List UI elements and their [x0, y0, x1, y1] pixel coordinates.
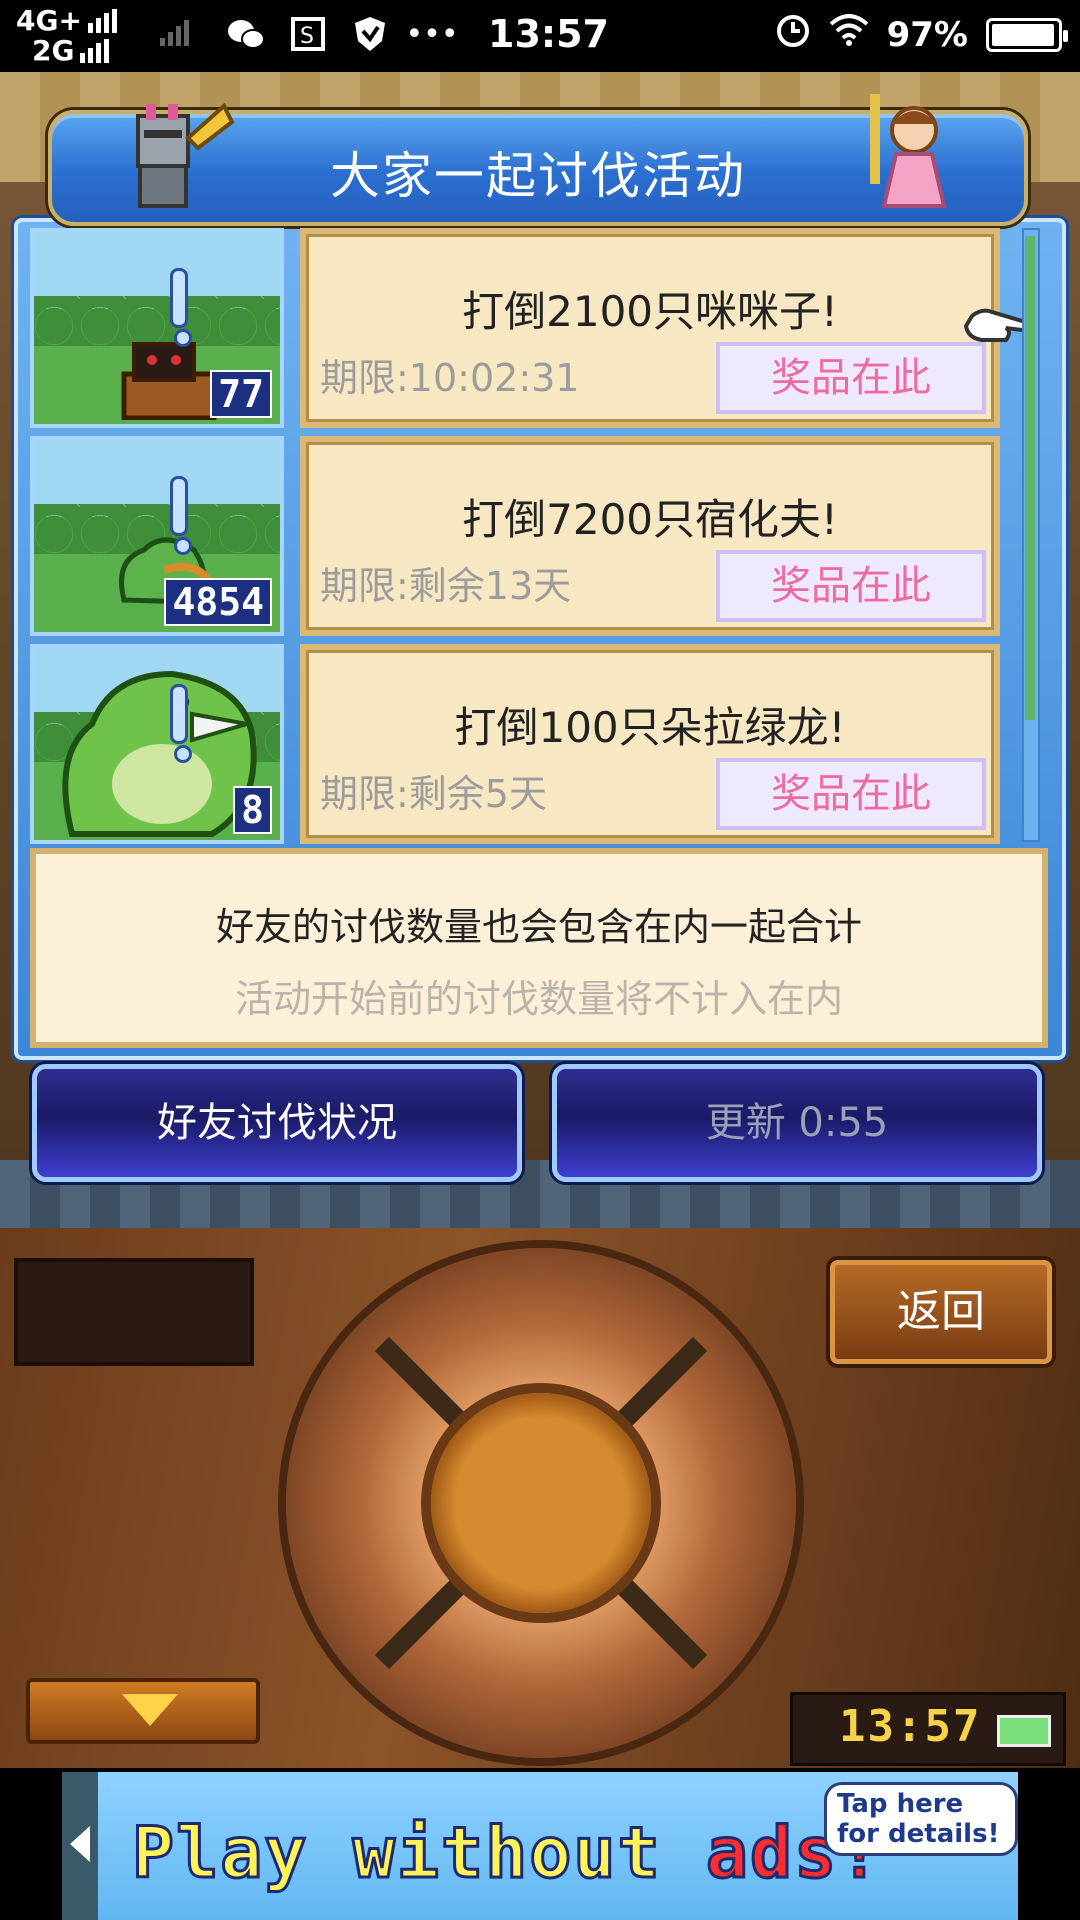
vpn-shield-icon — [350, 14, 390, 54]
game-clock-panel: 13:57 — [790, 1692, 1066, 1766]
quest-card: 打倒7200只宿化夫! 期限:剩余13天 奖品在此 — [300, 436, 1000, 636]
dpad-control[interactable] — [286, 1248, 796, 1758]
scrollbar-thumb[interactable] — [1025, 236, 1035, 720]
info-box: 好友的讨伐数量也会包含在内一起合计 活动开始前的讨伐数量将不计入在内 — [30, 848, 1048, 1048]
refresh-button[interactable]: 更新 0:55 — [552, 1064, 1042, 1182]
ad-banner[interactable]: Play without ads! Tap here for details! — [62, 1772, 1018, 1920]
alert-icon — [170, 684, 192, 763]
knight-trumpet-icon — [136, 102, 235, 208]
quest-card: 打倒100只朵拉绿龙! 期限:剩余5天 奖品在此 — [300, 644, 1000, 844]
quest-thumbnail: 8 — [30, 644, 284, 844]
prize-button[interactable]: 奖品在此 — [716, 342, 986, 414]
battery-icon — [986, 17, 1068, 52]
quest-thumbnail: 77 — [30, 228, 284, 428]
signal-weak-icon — [160, 20, 189, 46]
alarm-icon — [775, 12, 811, 57]
arrow-down-icon — [122, 1694, 178, 1726]
princess-icon — [870, 94, 947, 208]
ad-banner-area: Play without ads! Tap here for details! — [0, 1768, 1080, 1920]
back-button[interactable]: 返回 — [830, 1260, 1052, 1364]
ad-text-main: Play without — [131, 1811, 706, 1896]
status-time: 13:57 — [488, 12, 609, 56]
game-battery-icon — [997, 1715, 1051, 1747]
quest-deadline: 期限:10:02:31 — [320, 356, 580, 400]
signal-icon-2 — [80, 39, 110, 63]
ad-prev-arrow-icon[interactable] — [70, 1826, 90, 1862]
prize-button[interactable]: 奖品在此 — [716, 550, 986, 622]
game-clock: 13:57 — [839, 1701, 982, 1752]
quest-deadline: 期限:剩余5天 — [320, 772, 547, 816]
battery-percent: 97% — [886, 14, 968, 55]
info-subnote: 活动开始前的讨伐数量将不计入在内 — [234, 977, 843, 1021]
alert-icon — [170, 268, 192, 347]
mini-screen — [14, 1258, 254, 1366]
wechat-icon — [226, 14, 266, 54]
signal-icon — [87, 9, 117, 33]
wifi-icon — [829, 14, 869, 55]
kill-count: 4854 — [164, 578, 272, 626]
kill-count: 77 — [210, 370, 272, 418]
network-type-4g: 4G+ — [16, 4, 82, 37]
dpad-center-button[interactable] — [431, 1393, 651, 1613]
more-icon: ••• — [405, 16, 459, 52]
svg-text:S: S — [300, 24, 314, 49]
ad-headline: Play without ads! — [131, 1811, 882, 1896]
info-note: 好友的讨伐数量也会包含在内一起合计 — [215, 905, 862, 949]
quest-title: 打倒7200只宿化夫! — [462, 495, 838, 544]
screenshot-icon: S — [288, 14, 328, 54]
menu-down-button[interactable] — [26, 1678, 260, 1744]
quest-thumbnail: 4854 — [30, 436, 284, 636]
network-type-2g: 2G — [32, 34, 75, 67]
prize-button[interactable]: 奖品在此 — [716, 758, 986, 830]
friend-status-button[interactable]: 好友讨伐状况 — [32, 1064, 522, 1182]
quest-title: 打倒100只朵拉绿龙! — [454, 703, 846, 752]
ad-details-bubble[interactable]: Tap here for details! — [824, 1782, 1018, 1856]
quest-list-scrollbar[interactable] — [1022, 228, 1040, 842]
kill-count: 8 — [233, 786, 272, 834]
quest-row: 77 打倒2100只咪咪子! 期限:10:02:31 奖品在此 — [30, 228, 1010, 428]
alert-icon — [170, 476, 192, 555]
quest-title: 打倒2100只咪咪子! — [462, 287, 838, 336]
quest-card: 打倒2100只咪咪子! 期限:10:02:31 奖品在此 — [300, 228, 1000, 428]
network-indicator: 4G+ 2G — [16, 6, 117, 66]
quest-row: 4854 打倒7200只宿化夫! 期限:剩余13天 奖品在此 — [30, 436, 1010, 636]
quest-row: 8 打倒100只朵拉绿龙! 期限:剩余5天 奖品在此 — [30, 644, 1010, 844]
status-bar: 4G+ 2G S ••• 13:57 97% — [0, 0, 1080, 72]
quest-deadline: 期限:剩余13天 — [320, 564, 572, 608]
